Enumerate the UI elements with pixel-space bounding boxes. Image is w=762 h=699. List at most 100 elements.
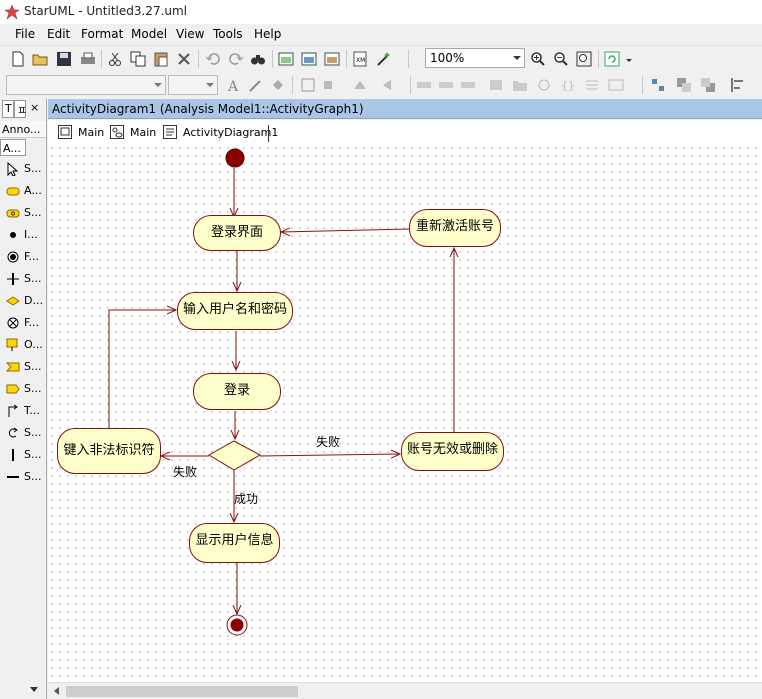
cut-icon[interactable] bbox=[107, 51, 123, 67]
node-reactivate[interactable]: 重新激活账号 bbox=[409, 209, 501, 247]
zoom-fit-icon[interactable] bbox=[576, 51, 592, 67]
node-enter-illegal[interactable]: 键入非法标识符 bbox=[57, 428, 161, 474]
scroll-left-icon[interactable] bbox=[54, 687, 59, 695]
pin-icon[interactable]: ㅍ bbox=[14, 100, 27, 118]
palette-item[interactable]: I... bbox=[0, 225, 46, 245]
chevron-down-icon[interactable] bbox=[154, 83, 162, 87]
fill-color-icon[interactable] bbox=[270, 77, 286, 93]
initial-state[interactable] bbox=[225, 148, 245, 168]
palette-item[interactable]: F... bbox=[0, 247, 46, 267]
scroll-thumb[interactable] bbox=[66, 686, 298, 697]
node-login-ui[interactable]: 登录界面 bbox=[193, 215, 281, 251]
palette-item[interactable]: T... bbox=[0, 401, 46, 421]
list-icon[interactable] bbox=[584, 77, 600, 93]
new-file-icon[interactable] bbox=[10, 51, 26, 67]
chevron-down-icon[interactable] bbox=[513, 56, 521, 60]
font-name-combo[interactable] bbox=[6, 75, 166, 95]
final-state[interactable] bbox=[226, 614, 248, 636]
edge-decision-to-invalid[interactable] bbox=[259, 454, 400, 456]
diagram-canvas[interactable]: 登录界面 输入用户名和密码 登录 键入非法标识符 账号无效或删除 重新激活账号 … bbox=[48, 144, 762, 682]
toolbox-panel: T ㅍ × Anno... A... S... A... S... I... F... S… bbox=[0, 99, 47, 699]
zoom-in-icon[interactable] bbox=[530, 51, 546, 67]
line-color-icon[interactable] bbox=[248, 77, 264, 93]
palette-item[interactable]: S... bbox=[0, 159, 46, 179]
edge-reactivate-to-login-ui[interactable] bbox=[281, 229, 410, 232]
palette-item[interactable]: A... bbox=[0, 181, 46, 201]
print-icon[interactable] bbox=[80, 51, 96, 67]
palette-item[interactable]: S... bbox=[0, 467, 46, 487]
align-icon[interactable] bbox=[300, 77, 316, 93]
menu-edit[interactable]: Edit bbox=[47, 27, 70, 41]
find-binoculars-icon[interactable] bbox=[250, 51, 266, 67]
save-icon[interactable] bbox=[56, 51, 72, 67]
horizontal-scrollbar[interactable] bbox=[48, 682, 762, 699]
menu-model[interactable]: Model bbox=[131, 27, 167, 41]
list-options-icon[interactable] bbox=[608, 77, 624, 93]
folder-icon[interactable] bbox=[512, 77, 528, 93]
node-account-invalid[interactable]: 账号无效或删除 bbox=[401, 432, 504, 471]
palette-item[interactable]: S... bbox=[0, 357, 46, 377]
diagram-edit-icon[interactable] bbox=[301, 51, 317, 67]
palette-item[interactable]: O... bbox=[0, 335, 46, 355]
menu-format[interactable]: Format bbox=[81, 27, 123, 41]
node-input-credentials[interactable]: 输入用户名和密码 bbox=[177, 292, 293, 330]
font-icon[interactable]: A bbox=[226, 77, 242, 93]
activity-section[interactable]: A... bbox=[0, 139, 26, 156]
palette-item[interactable]: S... bbox=[0, 423, 46, 443]
diagram-close-icon[interactable] bbox=[324, 51, 340, 67]
layout-icon[interactable] bbox=[650, 77, 666, 93]
align-left-icon[interactable] bbox=[730, 77, 746, 93]
xmi-export-icon[interactable]: XM bbox=[352, 51, 368, 67]
decision-icon bbox=[6, 296, 20, 306]
menu-help[interactable]: Help bbox=[254, 27, 281, 41]
menu-tools[interactable]: Tools bbox=[213, 27, 243, 41]
diagram-add-icon[interactable] bbox=[278, 51, 294, 67]
document-title: ActivityDiagram1 (Analysis Model1::Activ… bbox=[52, 102, 364, 116]
annotation-section[interactable]: Anno... bbox=[0, 121, 46, 138]
palette-item-label: F... bbox=[24, 250, 40, 263]
node-show-info[interactable]: 显示用户信息 bbox=[189, 523, 280, 563]
palette-item-label: F... bbox=[24, 316, 40, 329]
chevron-down-icon[interactable] bbox=[206, 83, 214, 87]
package-icon[interactable] bbox=[488, 77, 504, 93]
zoom-out-icon[interactable] bbox=[553, 51, 569, 67]
palette-item[interactable]: S... bbox=[0, 379, 46, 399]
copy-icon[interactable] bbox=[130, 51, 146, 67]
tab-divider bbox=[268, 125, 269, 142]
paste-icon[interactable] bbox=[153, 51, 169, 67]
zoom-combo[interactable]: 100% bbox=[425, 48, 525, 68]
link-icon[interactable] bbox=[536, 77, 552, 93]
bring-front-icon[interactable] bbox=[676, 77, 692, 93]
close-icon[interactable]: × bbox=[28, 100, 44, 118]
palette-item[interactable]: S... bbox=[0, 445, 46, 465]
open-folder-icon[interactable] bbox=[32, 51, 48, 67]
show-compartment-icon[interactable] bbox=[380, 77, 396, 93]
chevron-down-icon[interactable] bbox=[30, 687, 38, 692]
delete-icon[interactable] bbox=[176, 51, 192, 67]
operation-icon[interactable] bbox=[438, 77, 454, 93]
refresh-icon[interactable] bbox=[604, 51, 620, 67]
auto-resize-icon[interactable] bbox=[322, 77, 338, 93]
palette-item[interactable]: S... bbox=[0, 203, 46, 223]
decision-diamond[interactable] bbox=[208, 440, 262, 471]
suppress-attributes-icon[interactable] bbox=[352, 77, 368, 93]
toolbox-tab[interactable]: T bbox=[2, 100, 14, 118]
edge-illegal-to-input[interactable] bbox=[108, 310, 176, 436]
menu-file[interactable]: File bbox=[15, 27, 35, 41]
separator bbox=[598, 50, 599, 68]
palette-item[interactable]: F... bbox=[0, 313, 46, 333]
menu-view[interactable]: View bbox=[176, 27, 204, 41]
chevron-down-icon[interactable] bbox=[626, 59, 632, 62]
bracket-icon[interactable]: {} bbox=[560, 77, 576, 93]
palette-item[interactable]: D... bbox=[0, 291, 46, 311]
palette-item[interactable]: S... bbox=[0, 269, 46, 289]
node-login[interactable]: 登录 bbox=[193, 373, 281, 410]
font-size-combo[interactable] bbox=[168, 75, 218, 95]
tools-wand-icon[interactable] bbox=[376, 51, 392, 67]
attribute-icon[interactable] bbox=[460, 77, 476, 93]
stereotype-icon[interactable] bbox=[416, 77, 432, 93]
redo-icon[interactable] bbox=[228, 51, 244, 67]
send-back-icon[interactable] bbox=[700, 77, 716, 93]
undo-icon[interactable] bbox=[205, 51, 221, 67]
svg-text:{}: {} bbox=[561, 79, 575, 92]
